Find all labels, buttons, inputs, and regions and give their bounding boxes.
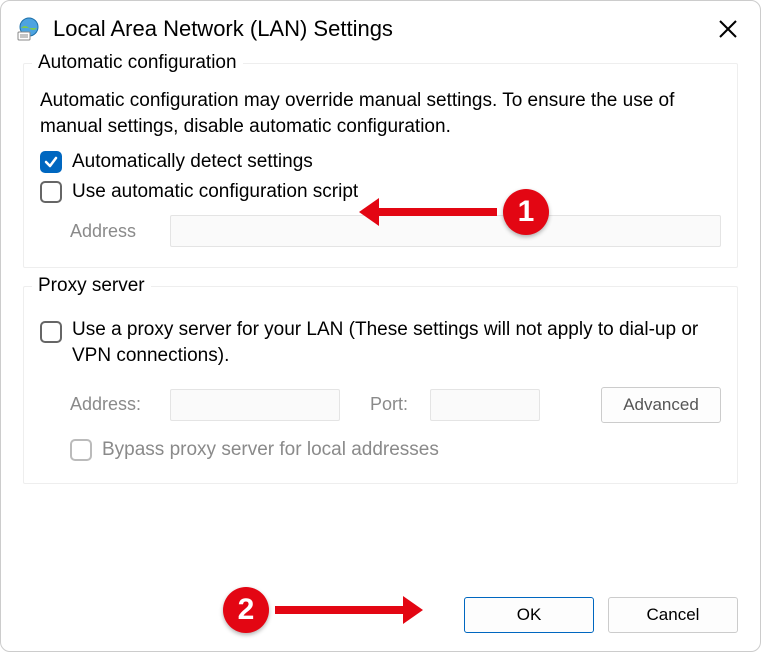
globe-settings-icon (15, 15, 43, 43)
titlebar: Local Area Network (LAN) Settings (1, 1, 760, 53)
bypass-checkbox (70, 439, 92, 461)
arrow-icon (275, 606, 405, 614)
proxy-port-label: Port: (370, 394, 420, 415)
cancel-button[interactable]: Cancel (608, 597, 738, 633)
auto-script-label: Use automatic configuration script (72, 181, 358, 203)
auto-script-row[interactable]: Use automatic configuration script (40, 181, 721, 203)
proxy-use-row[interactable]: Use a proxy server for your LAN (These s… (40, 317, 721, 368)
auto-address-label: Address (70, 221, 160, 242)
close-button[interactable] (710, 11, 746, 47)
auto-address-row: Address (70, 215, 721, 247)
proxy-use-label: Use a proxy server for your LAN (These s… (72, 317, 721, 368)
proxy-address-input (170, 389, 340, 421)
proxy-address-label: Address: (70, 394, 160, 415)
auto-script-checkbox[interactable] (40, 181, 62, 203)
check-icon (44, 155, 58, 169)
auto-detect-label: Automatically detect settings (72, 151, 313, 173)
bypass-label: Bypass proxy server for local addresses (102, 439, 439, 461)
proxy-group-title: Proxy server (32, 275, 151, 297)
close-icon (718, 19, 738, 39)
annotation-badge-2: 2 (223, 587, 269, 633)
bypass-row: Bypass proxy server for local addresses (70, 439, 721, 461)
ok-button[interactable]: OK (464, 597, 594, 633)
proxy-port-input (430, 389, 540, 421)
proxy-group: Proxy server Use a proxy server for your… (23, 286, 738, 483)
automatic-config-group: Automatic configuration Automatic config… (23, 63, 738, 268)
auto-detect-checkbox[interactable] (40, 151, 62, 173)
dialog-content: Automatic configuration Automatic config… (1, 53, 760, 484)
advanced-button[interactable]: Advanced (601, 387, 721, 423)
annotation-2: 2 (223, 587, 405, 633)
auto-group-title: Automatic configuration (32, 52, 243, 74)
dialog-footer: OK Cancel (464, 597, 738, 633)
proxy-address-row: Address: Port: Advanced (70, 387, 721, 423)
window-title: Local Area Network (LAN) Settings (53, 16, 710, 42)
auto-detect-row[interactable]: Automatically detect settings (40, 151, 721, 173)
lan-settings-dialog: Local Area Network (LAN) Settings Automa… (0, 0, 761, 652)
auto-description: Automatic configuration may override man… (40, 88, 721, 139)
proxy-use-checkbox[interactable] (40, 321, 62, 343)
auto-address-input (170, 215, 721, 247)
